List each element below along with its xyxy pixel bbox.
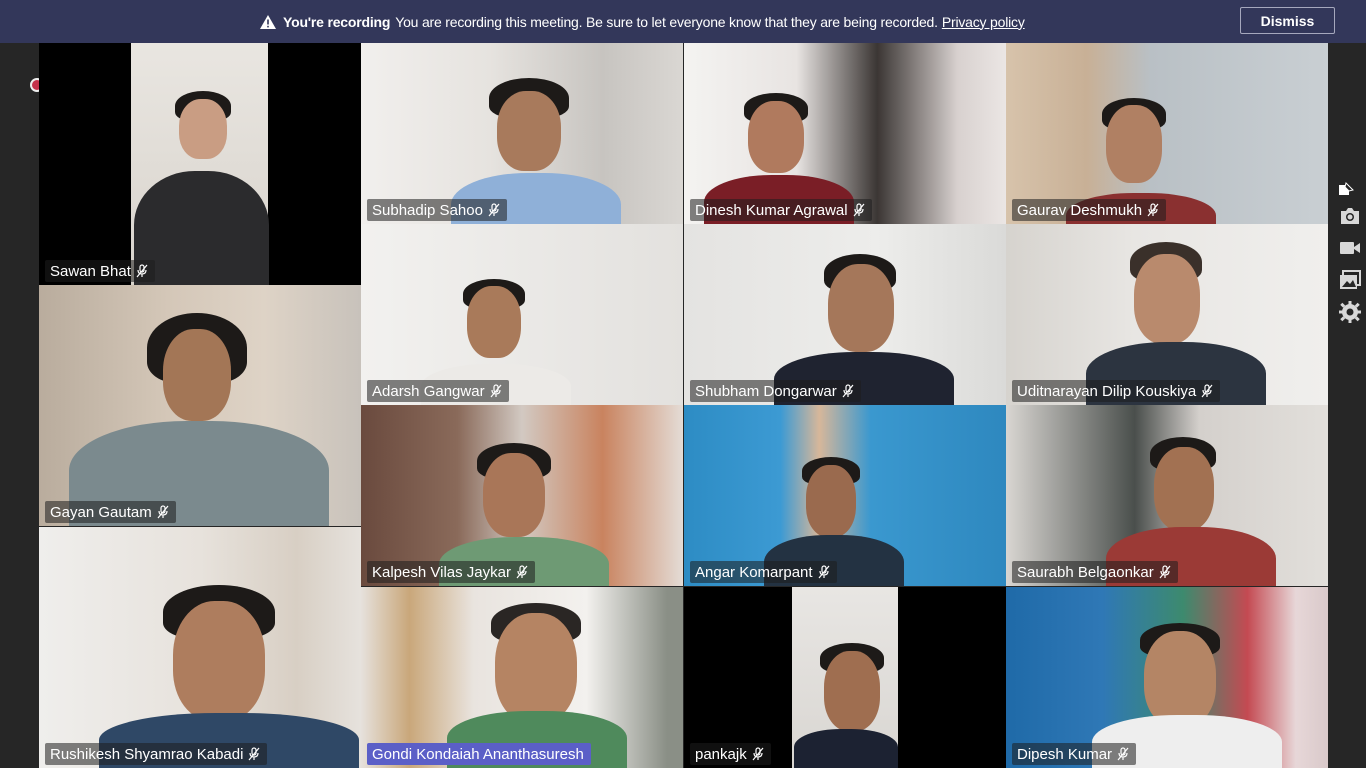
- camera-icon[interactable]: [1338, 204, 1362, 228]
- participant-name-tag: Saurabh Belgaonkar: [1012, 561, 1178, 583]
- mic-off-icon: [157, 505, 169, 519]
- participant-name: Gondi Kondaiah Ananthasuresh: [372, 745, 584, 763]
- participant-tile[interactable]: Adarsh Gangwar: [361, 224, 683, 405]
- participant-name: Kalpesh Vilas Jaykar: [372, 563, 511, 581]
- mic-off-icon: [516, 565, 528, 579]
- mic-off-icon: [752, 747, 764, 761]
- participant-name-tag: pankajk: [690, 743, 771, 765]
- video-feed: [179, 99, 227, 159]
- participant-tile[interactable]: Dipesh Kumar: [1006, 587, 1328, 768]
- participant-name: Subhadip Sahoo: [372, 201, 483, 219]
- participant-name-tag: Uditnarayan Dilip Kouskiya: [1012, 380, 1221, 402]
- participant-name-tag: Dinesh Kumar Agrawal: [690, 199, 872, 221]
- participant-name-tag: Sawan Bhat: [45, 260, 155, 282]
- warning-icon: [260, 14, 276, 29]
- participant-name: Rushikesh Shyamrao Kabadi: [50, 745, 244, 763]
- banner-title: You're recording: [283, 13, 391, 30]
- settings-icon[interactable]: [1338, 300, 1362, 324]
- participant-name-tag: Dipesh Kumar: [1012, 743, 1137, 765]
- mic-off-icon: [842, 384, 854, 398]
- participant-tile[interactable]: Kalpesh Vilas Jaykar: [361, 405, 683, 586]
- video-feed: [824, 651, 880, 731]
- video-feed: [495, 613, 577, 723]
- participant-name: Saurabh Belgaonkar: [1017, 563, 1154, 581]
- participant-tile[interactable]: Gondi Kondaiah Ananthasuresh: [361, 587, 683, 768]
- participant-tile[interactable]: Dinesh Kumar Agrawal: [684, 43, 1006, 224]
- participant-name: pankajk: [695, 745, 747, 763]
- video-feed: [1106, 105, 1162, 183]
- mic-off-icon: [1117, 747, 1129, 761]
- participant-tile[interactable]: Sawan Bhat: [39, 43, 361, 285]
- video-feed: [1134, 254, 1200, 344]
- participant-name: Gaurav Deshmukh: [1017, 201, 1143, 219]
- mic-off-icon: [490, 384, 502, 398]
- mic-off-icon: [1201, 384, 1213, 398]
- mic-off-icon: [818, 565, 830, 579]
- video-feed: [748, 101, 804, 173]
- participant-name-tag: Gondi Kondaiah Ananthasuresh: [367, 743, 591, 765]
- video-feed: [173, 601, 265, 721]
- participant-name: Dinesh Kumar Agrawal: [695, 201, 848, 219]
- participant-name: Shubham Dongarwar: [695, 382, 837, 400]
- participant-name: Angar Komarpant: [695, 563, 813, 581]
- participant-name-tag: Adarsh Gangwar: [367, 380, 509, 402]
- banner-message: You're recording You are recording this …: [260, 0, 1025, 43]
- mic-off-icon: [136, 264, 148, 278]
- participant-name-tag: Gaurav Deshmukh: [1012, 199, 1167, 221]
- participant-name-tag: Shubham Dongarwar: [690, 380, 861, 402]
- video-icon[interactable]: [1338, 236, 1362, 260]
- participant-name-tag: Kalpesh Vilas Jaykar: [367, 561, 535, 583]
- gallery-icon[interactable]: [1338, 268, 1362, 292]
- participant-tile[interactable]: pankajk: [684, 587, 1006, 768]
- participant-name: Sawan Bhat: [50, 262, 131, 280]
- video-feed: [1154, 447, 1214, 531]
- video-feed: [794, 729, 898, 768]
- participant-name: Adarsh Gangwar: [372, 382, 485, 400]
- mic-off-icon: [248, 747, 260, 761]
- video-feed: [163, 329, 231, 421]
- participant-tile[interactable]: Shubham Dongarwar: [684, 224, 1006, 405]
- privacy-policy-link[interactable]: Privacy policy: [942, 14, 1025, 30]
- participant-tile[interactable]: Gaurav Deshmukh: [1006, 43, 1328, 224]
- participant-tile[interactable]: Rushikesh Shyamrao Kabadi: [39, 527, 361, 768]
- recording-banner: You're recording You are recording this …: [0, 0, 1366, 43]
- participant-tile[interactable]: Saurabh Belgaonkar: [1006, 405, 1328, 586]
- banner-text: You are recording this meeting. Be sure …: [395, 13, 938, 30]
- video-feed: [483, 453, 545, 537]
- video-feed: [467, 286, 521, 358]
- pin-icon[interactable]: [1338, 182, 1354, 198]
- participant-name: Uditnarayan Dilip Kouskiya: [1017, 382, 1197, 400]
- participant-name-tag: Subhadip Sahoo: [367, 199, 507, 221]
- side-toolbar: [1332, 180, 1366, 330]
- participant-name-tag: Rushikesh Shyamrao Kabadi: [45, 743, 268, 765]
- video-feed: [497, 91, 561, 171]
- participant-tile[interactable]: Angar Komarpant: [684, 405, 1006, 586]
- mic-off-icon: [1147, 203, 1159, 217]
- participant-name: Gayan Gautam: [50, 503, 152, 521]
- participant-name-tag: Gayan Gautam: [45, 501, 176, 523]
- participant-tile[interactable]: Gayan Gautam: [39, 285, 361, 526]
- participant-tile[interactable]: Subhadip Sahoo: [361, 43, 683, 224]
- participant-name: Dipesh Kumar: [1017, 745, 1113, 763]
- participant-tile[interactable]: Uditnarayan Dilip Kouskiya: [1006, 224, 1328, 405]
- video-grid: Sawan Bhat Subhadip Sahoo Dinesh Kumar A…: [39, 43, 1328, 768]
- participant-name-tag: Angar Komarpant: [690, 561, 837, 583]
- mic-off-icon: [853, 203, 865, 217]
- video-feed: [806, 465, 856, 537]
- mic-off-icon: [1159, 565, 1171, 579]
- mic-off-icon: [488, 203, 500, 217]
- video-feed: [1144, 631, 1216, 727]
- video-feed: [828, 264, 894, 352]
- dismiss-button[interactable]: Dismiss: [1240, 7, 1335, 34]
